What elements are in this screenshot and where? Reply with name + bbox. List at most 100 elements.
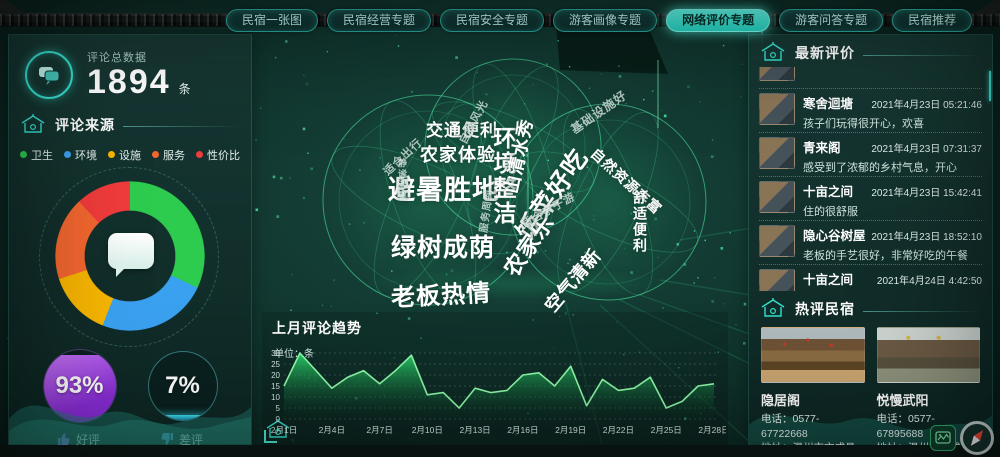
latest-reviews-title: 最新评价 bbox=[795, 43, 855, 63]
comment-source-title: 评论来源 bbox=[55, 115, 115, 135]
svg-text:10: 10 bbox=[271, 393, 280, 402]
house-icon bbox=[19, 113, 47, 137]
nav-tab-7[interactable]: 民宿推荐 bbox=[892, 9, 972, 32]
negative-rate-gauge: 7% bbox=[148, 351, 218, 421]
map-chart-icon bbox=[935, 430, 951, 446]
review-date: 2021年4月23日 18:52:10 bbox=[871, 228, 982, 243]
review-date: 2021年4月23日 15:42:41 bbox=[871, 184, 982, 199]
map-view-button[interactable] bbox=[930, 425, 956, 451]
review-item[interactable]: 寒舍迴塘2021年4月23日 05:21:46孩子们玩得很开心，欢喜 bbox=[759, 89, 982, 133]
hot-homestays-header: 热评民宿 bbox=[749, 291, 992, 323]
review-top-row: 十亩之间 2021年4月24日 4:42:50 bbox=[803, 269, 982, 288]
review-item[interactable]: 十亩之间 2021年4月23日 15:42:41 住的很舒服 bbox=[759, 177, 982, 221]
review-thumbnail bbox=[759, 225, 795, 257]
nav-tab-2[interactable]: 民宿经营专题 bbox=[327, 9, 431, 32]
review-homestay-name: 隐心谷树屋 bbox=[803, 225, 866, 244]
trend-chart-panel: 上月评论趋势 单位：条 0510152025302月1日2月4日2月7日2月10… bbox=[262, 312, 728, 445]
cloud-word: 农家体验 bbox=[420, 141, 496, 167]
right-panel: 最新评价 曲径通幽处，禅房花木深。非常静谧的民宿寒舍迴塘 2021年4月23日 0… bbox=[748, 34, 993, 446]
bottom-bar bbox=[0, 445, 1000, 457]
nav-tab-5[interactable]: 网络评价专题 bbox=[666, 9, 770, 32]
review-date: 2021年4月23日 05:21:46 bbox=[871, 96, 982, 111]
legend-item: 服务 bbox=[152, 147, 185, 163]
review-body: 青来阁 2021年4月23日 07:31:37 感受到了浓郁的乡村气息，开心 bbox=[803, 137, 982, 172]
nav-tab-1[interactable]: 民宿一张图 bbox=[226, 9, 318, 32]
nav-tab-3[interactable]: 民宿安全专题 bbox=[440, 9, 544, 32]
review-thumbnail bbox=[759, 67, 795, 81]
positive-rate-value: 93% bbox=[44, 350, 116, 422]
house-icon bbox=[759, 297, 787, 321]
review-top-row: 寒舍迴塘 2021年4月23日 05:21:46 bbox=[803, 93, 982, 112]
review-thumbnail bbox=[759, 93, 795, 125]
legend-label: 性价比 bbox=[207, 147, 240, 163]
legend-label: 卫生 bbox=[31, 147, 53, 163]
legend-item: 卫生 bbox=[20, 147, 53, 163]
review-comment: 曲径通幽处，禅房花木深。非常静谧的民宿 bbox=[803, 67, 982, 68]
cloud-word: 舒适便利 bbox=[630, 190, 650, 254]
review-homestay-name: 寒舍迴塘 bbox=[803, 93, 853, 112]
review-top-row: 青来阁 2021年4月23日 07:31:37 bbox=[803, 137, 982, 156]
cloud-word: 绿树成荫 bbox=[391, 228, 495, 264]
svg-text:2月1日: 2月1日 bbox=[271, 425, 297, 435]
review-item[interactable]: 十亩之间2021年4月24日 4:42:50有人情味的民宿，值得推荐 bbox=[759, 265, 982, 291]
svg-text:25: 25 bbox=[271, 360, 280, 369]
review-date: 2021年4月24日 4:42:50 bbox=[877, 272, 982, 287]
homestay-name: 隐居阁 bbox=[761, 390, 865, 409]
nav-tab-6[interactable]: 游客问答专题 bbox=[779, 9, 883, 32]
cloud-word: 静谧温馨 bbox=[396, 158, 409, 202]
svg-text:15: 15 bbox=[271, 382, 280, 391]
svg-text:2月13日: 2月13日 bbox=[460, 425, 491, 435]
trend-header: 上月评论趋势 bbox=[262, 312, 728, 340]
legend-label: 环境 bbox=[75, 147, 97, 163]
homestay-phone: 电话：0577-67722668 bbox=[761, 412, 865, 441]
legend-item: 设施 bbox=[108, 147, 141, 163]
review-homestay-name: 十亩之间 bbox=[803, 181, 853, 200]
svg-text:0: 0 bbox=[276, 415, 281, 424]
svg-text:5: 5 bbox=[276, 404, 281, 413]
review-item[interactable]: 曲径通幽处，禅房花木深。非常静谧的民宿 bbox=[759, 67, 982, 89]
svg-text:2月10日: 2月10日 bbox=[412, 425, 443, 435]
word-cloud-words: 交通便利农家体验避暑胜地绿树成荫老板热情环境整洁山清水秀饭菜好吃农家乐空气清新基… bbox=[278, 52, 728, 327]
legend-dot bbox=[64, 151, 71, 158]
review-comment: 住的很舒服 bbox=[803, 203, 982, 219]
svg-text:2月7日: 2月7日 bbox=[366, 425, 392, 435]
legend-label: 服务 bbox=[163, 147, 185, 163]
nav-tabs: 民宿一张图民宿经营专题民宿安全专题游客画像专题网络评价专题游客问答专题民宿推荐 bbox=[226, 9, 972, 32]
review-item[interactable]: 青来阁 2021年4月23日 07:31:37 感受到了浓郁的乡村气息，开心 bbox=[759, 133, 982, 177]
svg-text:2月19日: 2月19日 bbox=[555, 425, 586, 435]
dashboard-root: { "nav": { "tabs": [ {"label":"民宿一张图","a… bbox=[0, 0, 1000, 457]
review-date: 2021年4月23日 07:31:37 bbox=[871, 140, 982, 155]
review-body: 曲径通幽处，禅房花木深。非常静谧的民宿 bbox=[803, 67, 982, 84]
review-thumbnail bbox=[759, 137, 795, 169]
review-comment: 感受到了浓郁的乡村气息，开心 bbox=[803, 159, 982, 175]
nav-tab-4[interactable]: 游客画像专题 bbox=[553, 9, 657, 32]
svg-text:30: 30 bbox=[271, 349, 280, 358]
review-body: 十亩之间 2021年4月23日 15:42:41 住的很舒服 bbox=[803, 181, 982, 216]
review-item[interactable]: 隐心谷树屋2021年4月23日 18:52:10老板的手艺很好，非常好吃的午餐 bbox=[759, 221, 982, 265]
review-homestay-name: 青来阁 bbox=[803, 137, 841, 156]
negative-rate-value: 7% bbox=[149, 352, 217, 420]
cloud-word: 老板热情 bbox=[390, 273, 492, 313]
review-thumbnail bbox=[759, 181, 795, 213]
review-homestay-name: 十亩之间 bbox=[803, 269, 853, 288]
total-comments-unit: 条 bbox=[179, 82, 191, 96]
homestay-name: 悦慢武阳 bbox=[877, 390, 981, 409]
positive-rate-gauge: 93% bbox=[43, 349, 117, 423]
comments-icon bbox=[25, 51, 73, 99]
review-thumbnail bbox=[759, 269, 795, 291]
svg-text:2月25日: 2月25日 bbox=[651, 425, 682, 435]
svg-text:20: 20 bbox=[271, 371, 280, 380]
cloud-word: 基础设施好 bbox=[567, 86, 630, 137]
review-list[interactable]: 曲径通幽处，禅房花木深。非常静谧的民宿寒舍迴塘 2021年4月23日 05:21:… bbox=[749, 67, 992, 291]
total-comments-stat: 评论总数据 1894条 bbox=[9, 35, 251, 107]
legend-dot bbox=[108, 151, 115, 158]
svg-text:2月22日: 2月22日 bbox=[603, 425, 634, 435]
word-cloud: 交通便利农家体验避暑胜地绿树成荫老板热情环境整洁山清水秀饭菜好吃农家乐空气清新基… bbox=[278, 52, 728, 327]
house-icon bbox=[759, 41, 787, 65]
homestay-card[interactable]: 隐居阁电话：0577-67722668地址：温州市文成县武阳村村民中心旁(近刘基… bbox=[761, 327, 865, 457]
review-list-scrollbar[interactable] bbox=[989, 71, 991, 101]
cloud-word: 自然资源丰富 bbox=[586, 144, 666, 219]
svg-text:2月16日: 2月16日 bbox=[507, 425, 538, 435]
compass-button[interactable] bbox=[960, 421, 994, 455]
trend-area-chart: 0510152025302月1日2月4日2月7日2月10日2月13日2月16日2… bbox=[264, 349, 726, 442]
